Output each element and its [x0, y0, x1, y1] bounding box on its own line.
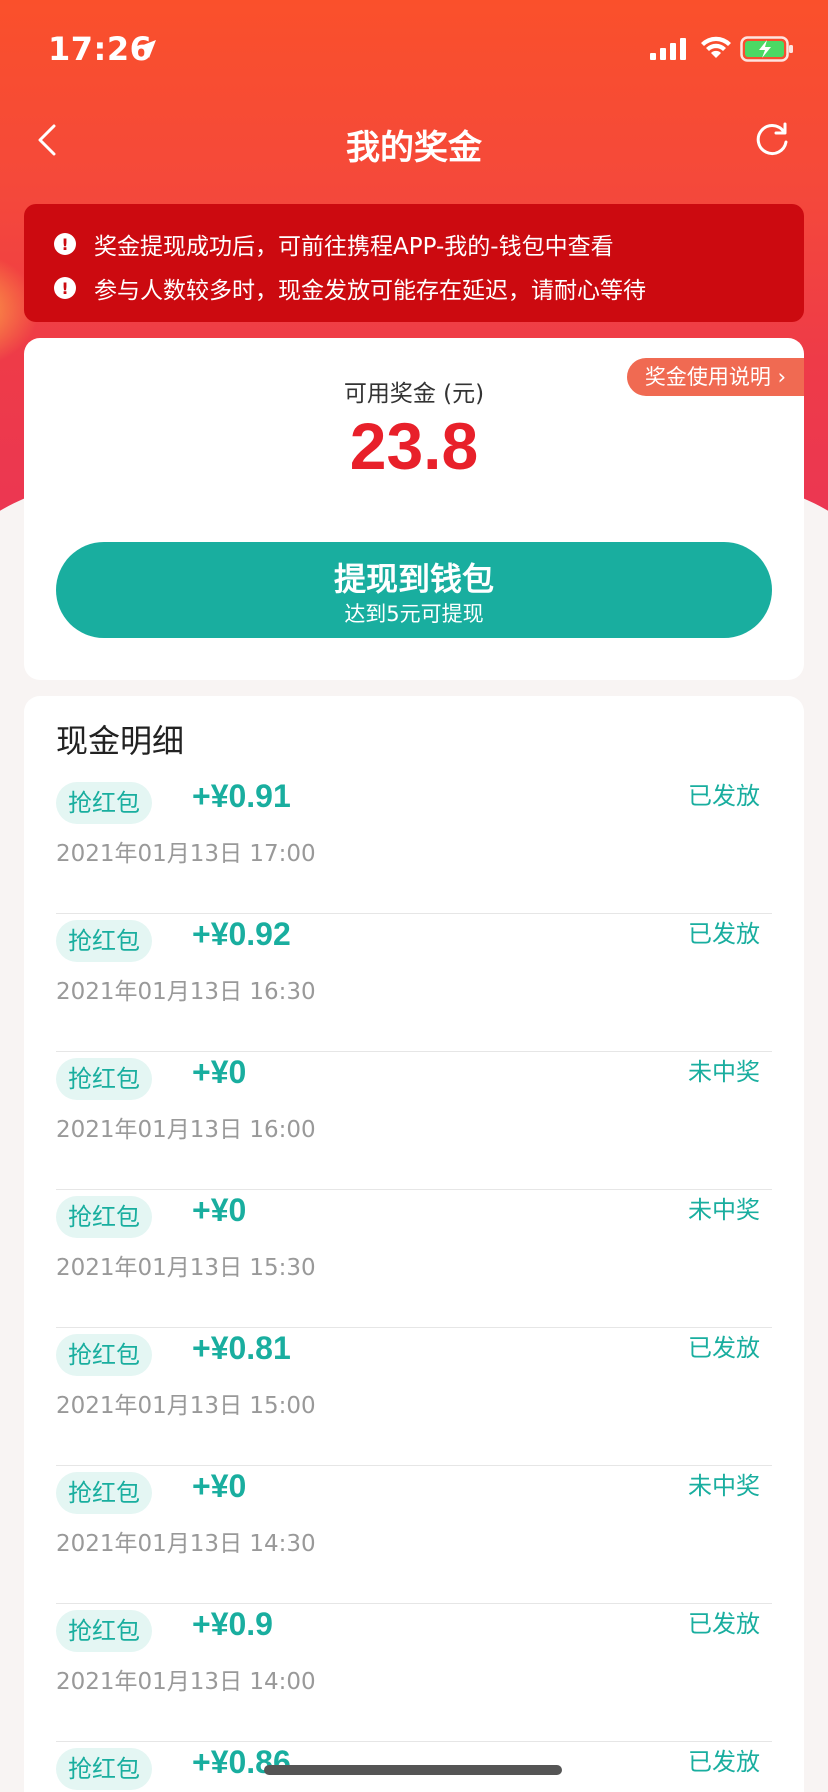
- balance-label: 可用奖金 (元): [343, 381, 485, 407]
- category-tag: 抢红包: [56, 782, 152, 824]
- refresh-icon[interactable]: [752, 120, 792, 160]
- list-item: 抢红包 +¥0.81 2021年01月13日 15:00 已发放: [56, 1328, 772, 1466]
- details-list: 抢红包 +¥0.91 2021年01月13日 17:00 已发放 抢红包 +¥0…: [56, 776, 772, 1792]
- category-tag: 抢红包: [56, 1610, 152, 1652]
- status-label: 未中奖: [688, 1058, 760, 1086]
- status-label: 已发放: [688, 1334, 760, 1362]
- status-label: 已发放: [688, 1748, 760, 1776]
- amount: +¥0.86: [192, 1744, 291, 1780]
- amount: +¥0: [192, 1468, 247, 1504]
- amount: +¥0: [192, 1192, 247, 1228]
- category-tag: 抢红包: [56, 1472, 152, 1514]
- list-item: 抢红包 +¥0 2021年01月13日 16:00 未中奖: [56, 1052, 772, 1190]
- list-item: 抢红包 +¥0.92 2021年01月13日 16:30 已发放: [56, 914, 772, 1052]
- category-tag: 抢红包: [56, 1196, 152, 1238]
- category-tag: 抢红包: [56, 1334, 152, 1376]
- timestamp: 2021年01月13日 14:30: [56, 1531, 316, 1557]
- status-label: 未中奖: [688, 1196, 760, 1224]
- withdraw-button-sub: 达到5元可提现: [344, 602, 484, 626]
- amount: +¥0: [192, 1054, 247, 1090]
- list-item: 抢红包 +¥0.9 2021年01月13日 14:00 已发放: [56, 1604, 772, 1742]
- location-arrow-icon: [138, 40, 156, 58]
- timestamp: 2021年01月13日 16:30: [56, 979, 316, 1005]
- status-label: 已发放: [688, 782, 760, 810]
- category-tag: 抢红包: [56, 1748, 152, 1790]
- timestamp: 2021年01月13日 15:00: [56, 1393, 316, 1419]
- status-label: 已发放: [688, 1610, 760, 1638]
- status-bar: 17:26: [0, 0, 828, 100]
- balance-card: 奖金使用说明 › 可用奖金 (元) 23.8 提现到钱包 达到5元可提现: [24, 338, 804, 680]
- timestamp: 2021年01月13日 17:00: [56, 841, 316, 867]
- withdraw-button[interactable]: 提现到钱包 达到5元可提现: [56, 542, 772, 638]
- list-item: 抢红包 +¥0 2021年01月13日 14:30 未中奖: [56, 1466, 772, 1604]
- status-label: 已发放: [688, 920, 760, 948]
- list-item: 抢红包 +¥0 2021年01月13日 15:30 未中奖: [56, 1190, 772, 1328]
- nav-bar: 我的奖金: [0, 100, 828, 180]
- balance-amount: 23.8: [349, 409, 479, 483]
- timestamp: 2021年01月13日 14:00: [56, 1669, 316, 1695]
- notice-text: 奖金提现成功后，可前往携程APP-我的-钱包中查看: [94, 234, 614, 260]
- notice-text: 参与人数较多时，现金发放可能存在延迟，请耐心等待: [94, 278, 646, 304]
- details-title: 现金明细: [56, 722, 185, 760]
- notice-line: ! 参与人数较多时，现金发放可能存在延迟，请耐心等待: [54, 266, 774, 310]
- amount: +¥0.91: [192, 778, 291, 814]
- amount: +¥0.81: [192, 1330, 291, 1366]
- timestamp: 2021年01月13日 15:30: [56, 1255, 316, 1281]
- category-tag: 抢红包: [56, 1058, 152, 1100]
- alert-icon: !: [54, 233, 76, 255]
- home-indicator[interactable]: [264, 1765, 562, 1775]
- notice-line: ! 奖金提现成功后，可前往携程APP-我的-钱包中查看: [54, 222, 774, 266]
- list-item: 抢红包 +¥0.91 2021年01月13日 17:00 已发放: [56, 776, 772, 914]
- amount: +¥0.9: [192, 1606, 273, 1642]
- notice-banner: ! 奖金提现成功后，可前往携程APP-我的-钱包中查看 ! 参与人数较多时，现金…: [24, 204, 804, 322]
- status-label: 未中奖: [688, 1472, 760, 1500]
- battery-icon: [740, 36, 793, 62]
- alert-icon: !: [54, 277, 76, 299]
- wifi-icon: [701, 36, 731, 58]
- signal-icon: [650, 38, 686, 60]
- timestamp: 2021年01月13日 16:00: [56, 1117, 316, 1143]
- withdraw-button-label: 提现到钱包: [333, 560, 494, 598]
- page-title: 我的奖金: [346, 128, 482, 168]
- category-tag: 抢红包: [56, 920, 152, 962]
- cash-details-card: 现金明细 抢红包 +¥0.91 2021年01月13日 17:00 已发放 抢红…: [24, 696, 804, 1792]
- amount: +¥0.92: [192, 916, 291, 952]
